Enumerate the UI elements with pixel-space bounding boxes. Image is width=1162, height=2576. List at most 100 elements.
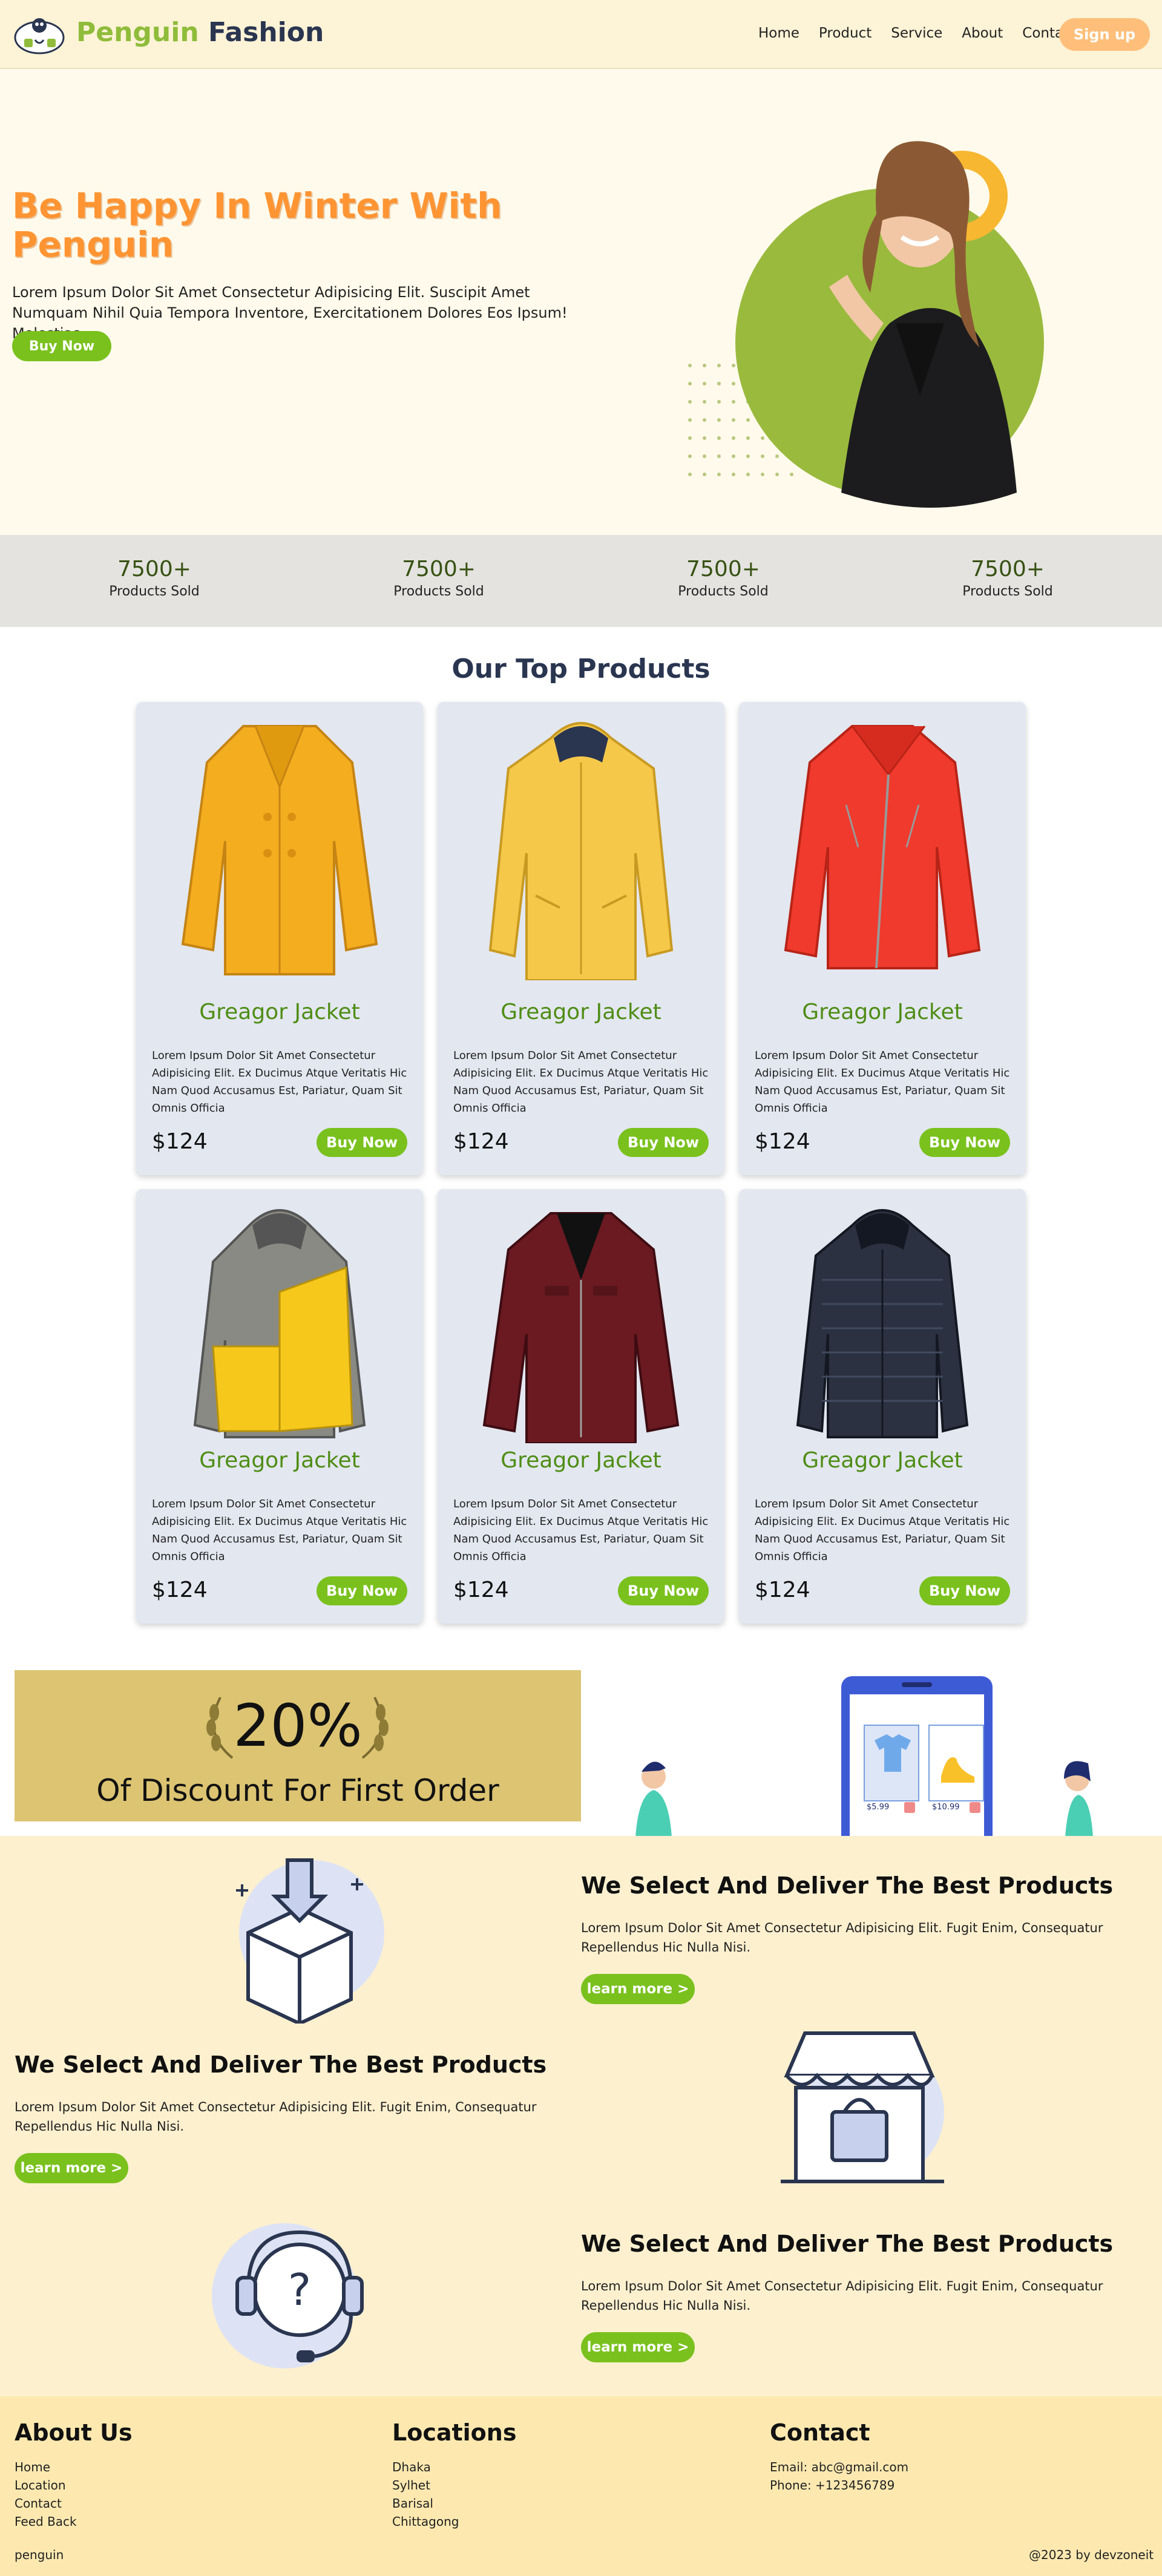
footer-link-home[interactable]: Home [15, 2458, 77, 2476]
product-name: Greagor Jacket [199, 1000, 360, 1024]
product-description: Lorem Ipsum Dolor Sit Amet Consectetur A… [755, 1049, 1010, 1115]
discount-banner: 20% Of Discount For First Order [15, 1670, 581, 1821]
online-shop-illustration: $5.99 $10.99 [635, 1676, 1093, 1837]
stat-value: 7500+ [117, 557, 191, 582]
brand-name-part1: Penguin [76, 17, 199, 48]
footer-link-feedback[interactable]: Feed Back [15, 2512, 77, 2531]
stats-bar: 7500+ Products Sold 7500+ Products Sold … [0, 535, 1162, 627]
product-price: $124 [755, 1129, 810, 1154]
feature-title: We Select And Deliver The Best Products [581, 1872, 1114, 1899]
product-description: Lorem Ipsum Dolor Sit Amet Consectetur A… [453, 1498, 709, 1563]
red-biker-jacket-icon [784, 725, 981, 969]
maroon-leather-jacket-icon [482, 1212, 680, 1443]
stat-label: Products Sold [678, 584, 769, 599]
footer-link-location[interactable]: Location [15, 2476, 77, 2494]
price-tag-1: $5.99 [867, 1803, 889, 1812]
hero-title: Be Happy In Winter With Penguin [12, 185, 502, 265]
stat-item: 7500+ Products Sold [917, 557, 1098, 599]
product-price: $124 [453, 1129, 509, 1154]
product-buy-now-button[interactable]: Buy Now [618, 1128, 709, 1157]
footer-location-item: Sylhet [392, 2478, 430, 2492]
products-section-title: Our Top Products [451, 654, 711, 684]
footer-location-item: Chittagong [392, 2514, 459, 2529]
footer-locations-title: Locations [392, 2419, 517, 2446]
nav-links: Home Product Service About Contact [758, 25, 1077, 41]
hero-section: Be Happy In Winter With Penguin Lorem Ip… [0, 69, 1162, 535]
nav-link-about[interactable]: About [962, 25, 1003, 41]
yellow-coat-icon [181, 725, 378, 975]
product-name: Greagor Jacket [501, 1000, 661, 1024]
stat-label: Products Sold [393, 584, 484, 599]
product-buy-now-button[interactable]: Buy Now [919, 1128, 1010, 1157]
stat-item: 7500+ Products Sold [632, 557, 814, 599]
footer-contact-list: Email: abc@gmail.com Phone: +123456789 [770, 2458, 908, 2494]
product-card: Greagor Jacket Lorem Ipsum Dolor Sit Ame… [136, 702, 423, 1175]
feature-title: We Select And Deliver The Best Products [581, 2230, 1114, 2257]
nav-link-service[interactable]: Service [891, 25, 942, 41]
signup-button[interactable]: Sign up [1059, 18, 1150, 51]
nav-link-product[interactable]: Product [819, 25, 872, 41]
nav-link-home[interactable]: Home [758, 25, 799, 41]
footer-about-title: About Us [15, 2419, 133, 2446]
svg-text:?: ? [288, 2264, 311, 2315]
footer-contact-phone: Phone: +123456789 [770, 2478, 895, 2492]
footer-copyright: @2023 by devzoneit [1029, 2548, 1154, 2562]
product-name: Greagor Jacket [199, 1448, 360, 1473]
footer-contact-email: Email: abc@gmail.com [770, 2460, 909, 2474]
brand-name-part2: Fashion [208, 17, 324, 48]
stat-item: 7500+ Products Sold [348, 557, 530, 599]
product-name: Greagor Jacket [501, 1448, 661, 1473]
product-card: Greagor Jacket Lorem Ipsum Dolor Sit Ame… [739, 1189, 1026, 1624]
feature-text: Lorem Ipsum Dolor Sit Amet Consectetur A… [581, 2279, 1103, 2313]
product-name: Greagor Jacket [802, 1448, 963, 1473]
stat-item: 7500+ Products Sold [64, 557, 245, 599]
footer-about-links: Home Location Contact Feed Back [15, 2458, 77, 2531]
discount-percent: 20% [233, 1692, 363, 1760]
learn-more-button[interactable]: learn more > [581, 1974, 695, 2004]
feature-text: Lorem Ipsum Dolor Sit Amet Consectetur A… [15, 2100, 537, 2134]
laurel-right-icon [361, 1697, 389, 1759]
price-tag-2: $10.99 [932, 1803, 960, 1812]
product-description: Lorem Ipsum Dolor Sit Amet Consectetur A… [453, 1049, 709, 1115]
stat-value: 7500+ [971, 557, 1045, 582]
stat-value: 7500+ [686, 557, 760, 582]
footer-location-item: Barisal [392, 2496, 433, 2511]
yellow-parka-icon [488, 722, 674, 980]
product-description: Lorem Ipsum Dolor Sit Amet Consectetur A… [152, 1498, 407, 1563]
top-navbar: Penguin Fashion Home Product Service Abo… [0, 0, 1162, 69]
footer-brand: penguin [15, 2548, 64, 2562]
support-headset-icon: ? [212, 2223, 364, 2368]
stat-label: Products Sold [962, 584, 1053, 599]
product-buy-now-button[interactable]: Buy Now [618, 1576, 709, 1605]
features-section: We Select And Deliver The Best Products … [0, 1836, 1162, 2396]
product-price: $124 [152, 1578, 208, 1602]
product-description: Lorem Ipsum Dolor Sit Amet Consectetur A… [755, 1498, 1010, 1563]
yellow-grey-puffer-icon [193, 1209, 366, 1438]
product-buy-now-button[interactable]: Buy Now [317, 1576, 407, 1605]
feature-title: We Select And Deliver The Best Products [15, 2051, 547, 2078]
learn-more-button[interactable]: learn more > [15, 2153, 128, 2183]
product-card: Greagor Jacket Lorem Ipsum Dolor Sit Ame… [438, 1189, 724, 1624]
product-description: Lorem Ipsum Dolor Sit Amet Consectetur A… [152, 1049, 407, 1115]
stat-value: 7500+ [402, 557, 476, 582]
learn-more-button[interactable]: learn more > [581, 2332, 695, 2362]
product-price: $124 [152, 1129, 208, 1154]
product-card: Greagor Jacket Lorem Ipsum Dolor Sit Ame… [438, 702, 724, 1175]
footer-locations-list: Dhaka Sylhet Barisal Chittagong [392, 2458, 459, 2531]
product-name: Greagor Jacket [802, 1000, 963, 1024]
product-buy-now-button[interactable]: Buy Now [317, 1128, 407, 1157]
product-price: $124 [453, 1578, 509, 1602]
footer-location-item: Dhaka [392, 2460, 431, 2474]
product-price: $124 [755, 1578, 810, 1602]
hero-buy-now-button[interactable]: Buy Now [12, 331, 111, 361]
product-buy-now-button[interactable]: Buy Now [919, 1576, 1010, 1605]
product-card: Greagor Jacket Lorem Ipsum Dolor Sit Ame… [136, 1189, 423, 1624]
footer-link-contact[interactable]: Contact [15, 2494, 77, 2512]
hero-model-image [688, 141, 1044, 508]
shop-store-icon [781, 2031, 944, 2183]
box-download-icon [236, 1858, 384, 2024]
brand-logo-text[interactable]: Penguin Fashion [76, 17, 324, 48]
footer-contact-title: Contact [770, 2419, 870, 2446]
navy-puffer-icon [796, 1209, 969, 1438]
penguin-logo-icon [14, 18, 65, 54]
